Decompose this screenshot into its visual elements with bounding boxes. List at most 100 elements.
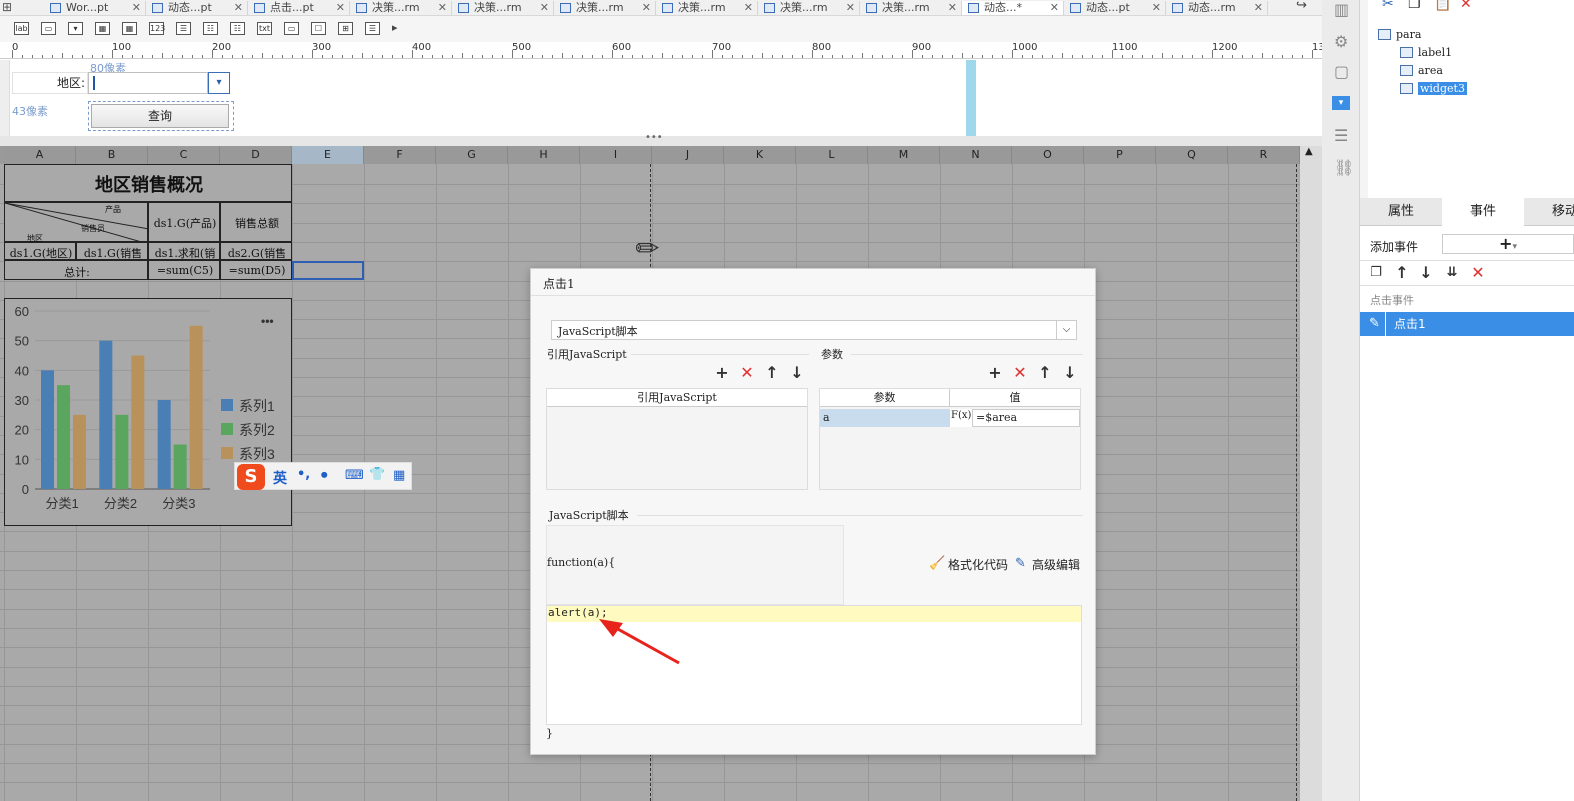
tab-4[interactable]: 决策...rm ✕ — [452, 1, 554, 15]
toolbar-widget-icon-2[interactable]: ▾ — [68, 22, 83, 35]
tab-3[interactable]: 决策...rm ✕ — [350, 1, 452, 15]
tab-移动[interactable]: 移动 — [1524, 198, 1574, 226]
cell-row4-3[interactable]: ds2.G(销售 — [220, 242, 292, 260]
column-header-B[interactable]: B — [76, 146, 148, 164]
vertical-scrollbar[interactable]: ▲ — [1300, 146, 1322, 801]
move-bottom-icon[interactable]: ⇊ — [1444, 265, 1460, 281]
close-icon[interactable]: ✕ — [234, 1, 243, 15]
close-icon[interactable]: ✕ — [438, 1, 447, 15]
move-up-icon[interactable]: ↑ — [1394, 265, 1410, 281]
column-header-D[interactable]: D — [220, 146, 292, 164]
area-label[interactable]: 地区: — [12, 72, 88, 94]
toolbar-widget-icon-7[interactable]: ☷ — [203, 22, 218, 35]
tab-8[interactable]: 决策...rm ✕ — [860, 1, 962, 15]
toolbar-widget-icon-0[interactable]: lab — [14, 22, 29, 35]
tab-10[interactable]: 动态...pt ✕ — [1064, 1, 1166, 15]
tab-0[interactable]: Wor...pt ✕ — [44, 1, 146, 15]
param-value-input[interactable]: =$area — [972, 409, 1080, 427]
toolbar-widget-icon-8[interactable]: ☷ — [230, 22, 245, 35]
toolbar-widget-icon-12[interactable]: ⊞ — [338, 22, 353, 35]
report-title-cell[interactable]: 地区销售概况 — [4, 164, 292, 202]
close-icon[interactable]: ✕ — [948, 1, 957, 15]
column-header-F[interactable]: F — [364, 146, 436, 164]
link-icon[interactable]: ⛓ — [1334, 158, 1354, 177]
paste-icon[interactable]: 📋 — [1434, 0, 1451, 12]
toolbar-widget-icon-4[interactable]: ▦ — [122, 22, 137, 35]
add-param-icon[interactable]: + — [987, 365, 1003, 381]
column-header-I[interactable]: I — [580, 146, 652, 164]
tree-node-widget3[interactable]: widget3 — [1374, 80, 1574, 98]
format-code-button[interactable]: 格式化代码 — [948, 556, 1008, 573]
selected-cell-e5[interactable] — [292, 261, 364, 280]
diagonal-header-cell[interactable]: 产品 销售员 地区 — [4, 202, 149, 243]
cell-c5[interactable]: =sum(C5) — [148, 260, 220, 280]
cell-row4-2[interactable]: ds1.求和(销 — [148, 242, 220, 260]
close-icon[interactable]: ✕ — [1254, 1, 1263, 15]
column-header-K[interactable]: K — [724, 146, 796, 164]
skin-shirt-icon[interactable]: 👕 — [369, 467, 385, 482]
total-label-cell[interactable]: 总计: — [4, 260, 148, 280]
toolbar-widget-icon-13[interactable]: ☰ — [365, 22, 380, 35]
copy-event-icon[interactable]: ❐ — [1368, 265, 1384, 281]
cell-row4-1[interactable]: ds1.G(销售 — [76, 242, 148, 260]
chevron-down-icon[interactable]: ⌵ — [1056, 321, 1076, 339]
column-header-H[interactable]: H — [508, 146, 580, 164]
close-icon[interactable]: ✕ — [846, 1, 855, 15]
delete-icon[interactable]: ✕ — [1460, 0, 1472, 12]
toolbar-widget-icon-6[interactable]: ☰ — [176, 22, 191, 35]
param-up-icon[interactable]: ↑ — [1037, 365, 1053, 381]
tree-node-para[interactable]: para — [1374, 26, 1574, 44]
ref-js-up-icon[interactable]: ↑ — [764, 365, 780, 381]
cell-d3[interactable]: 销售总额 — [220, 202, 292, 242]
tab-事件[interactable]: 事件 — [1442, 198, 1524, 226]
tab-9[interactable]: 动态...* ✕ — [962, 1, 1064, 15]
panel-splitter[interactable]: ••• — [0, 132, 1322, 146]
area-combo-input[interactable] — [88, 72, 208, 94]
tab-2[interactable]: 点击...pt ✕ — [248, 1, 350, 15]
ime-toolbar[interactable]: S 英 •, ⏺ ⌨ 👕 ▦ — [234, 462, 412, 490]
event-item[interactable]: ✎ 点击1 — [1360, 312, 1574, 336]
tab-7[interactable]: 决策...rm ✕ — [758, 1, 860, 15]
column-header-J[interactable]: J — [652, 146, 724, 164]
cell-row4-0[interactable]: ds1.G(地区) — [4, 242, 76, 260]
scroll-up-icon[interactable]: ▲ — [1305, 146, 1313, 157]
close-icon[interactable]: ✕ — [540, 1, 549, 15]
column-header-O[interactable]: O — [1012, 146, 1084, 164]
tab-menu-icon[interactable]: ↪ — [1296, 0, 1307, 13]
frame-icon[interactable]: ▢ — [1334, 62, 1349, 81]
layout-panel-icon[interactable]: ▥ — [1334, 0, 1349, 19]
toolbar-widget-icon-10[interactable]: ▭ — [284, 22, 299, 35]
params-table[interactable]: 参数 值 a F(x) =$area — [819, 388, 1081, 490]
toolbar-widget-icon-11[interactable]: ☐ — [311, 22, 326, 35]
column-header-Q[interactable]: Q — [1156, 146, 1228, 164]
close-icon[interactable]: ✕ — [1050, 1, 1059, 15]
column-header-C[interactable]: C — [148, 146, 220, 164]
tree-node-label1[interactable]: label1 — [1374, 44, 1574, 62]
column-header-G[interactable]: G — [436, 146, 508, 164]
list-icon[interactable]: ☰ — [1334, 126, 1348, 145]
column-header-L[interactable]: L — [796, 146, 868, 164]
delete-param-icon[interactable]: ✕ — [1012, 365, 1028, 381]
apps-icon[interactable]: ▦ — [393, 468, 405, 483]
keyboard-icon[interactable]: ⌨ — [345, 468, 364, 483]
query-button[interactable]: 查询 — [91, 104, 229, 128]
copy-icon[interactable]: ❐ — [1408, 0, 1421, 12]
close-icon[interactable]: ✕ — [336, 1, 345, 15]
cell-d5[interactable]: =sum(D5) — [220, 260, 292, 280]
cut-icon[interactable]: ✂ — [1382, 0, 1394, 12]
toolbar-more-icon[interactable]: ▸ — [392, 21, 398, 34]
add-ref-js-icon[interactable]: + — [714, 365, 730, 381]
tab-6[interactable]: 决策...rm ✕ — [656, 1, 758, 15]
column-header-N[interactable]: N — [940, 146, 1012, 164]
ime-punct-toggle[interactable]: •, — [297, 467, 310, 482]
column-header-P[interactable]: P — [1084, 146, 1156, 164]
column-header-M[interactable]: M — [868, 146, 940, 164]
column-header-R[interactable]: R — [1228, 146, 1300, 164]
tab-11[interactable]: 动态...rm ✕ — [1166, 1, 1268, 15]
toolbar-widget-icon-5[interactable]: 123 — [149, 22, 165, 35]
delete-event-icon[interactable]: ✕ — [1470, 265, 1486, 281]
column-header-A[interactable]: A — [4, 146, 76, 164]
close-icon[interactable]: ✕ — [642, 1, 651, 15]
ref-js-table[interactable]: 引用JavaScript — [546, 388, 808, 490]
template-icon[interactable]: ⚙ — [1334, 32, 1348, 51]
